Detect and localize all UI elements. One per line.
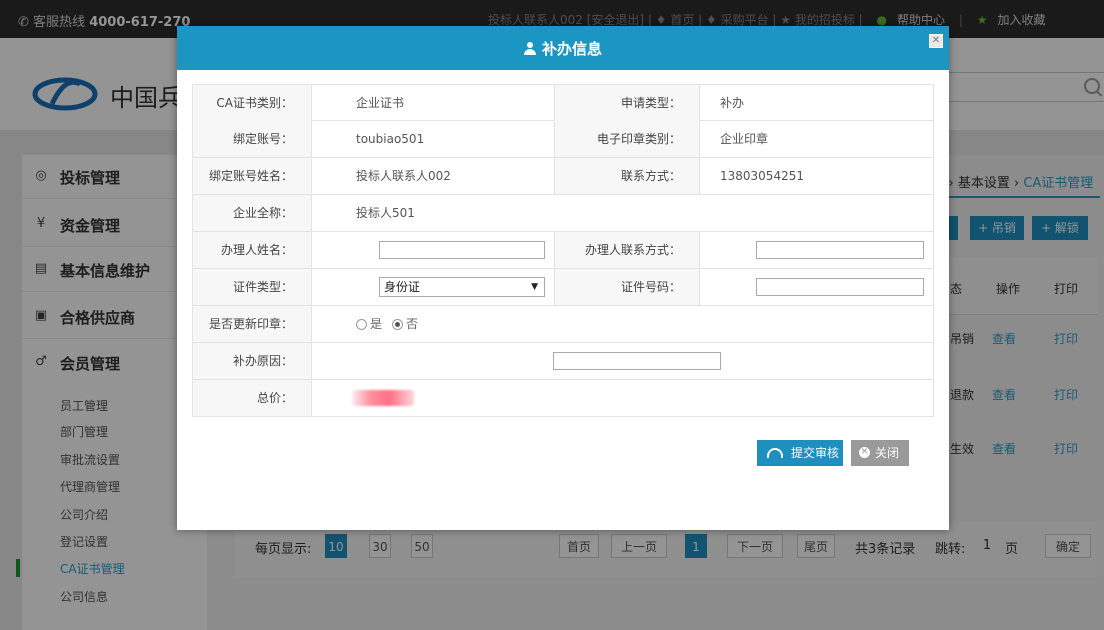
account-value: toubiao501 [356,132,425,146]
form-row: 绑定账号： toubiao501 电子印章类别： 企业印章 [192,121,934,158]
apply-type-value: 补办 [720,96,745,110]
contact-value: 13803054251 [720,169,804,183]
close-button[interactable]: ✕ 关闭 [851,440,909,466]
renew-yes-radio[interactable] [356,319,367,330]
handler-name-input[interactable] [379,241,545,259]
form-row: 绑定账号姓名： 投标人联系人002 联系方式： 13803054251 [192,158,934,195]
renew-no-label[interactable]: 否 [406,306,418,342]
seal-type-value: 企业印章 [720,132,769,146]
dialog-header: 补办信息 ✕ [177,26,949,70]
handler-contact-input[interactable] [756,241,924,259]
id-type-select[interactable]: 身份证 ▼ [379,277,545,297]
user-icon [523,42,536,55]
form-row: 补办原因： [192,343,934,380]
company-value: 投标人501 [356,206,415,220]
cloud-upload-icon [767,448,783,458]
renew-no-radio[interactable] [392,319,403,330]
form-row: 证件类型： 身份证 ▼ 证件号码： [192,269,934,306]
renew-yes-label[interactable]: 是 [370,306,382,342]
reason-input[interactable] [553,352,721,370]
total-price-redacted [352,390,414,406]
form-row: 是否更新印章： 是 否 [192,306,934,343]
submit-review-button[interactable]: 提交审核 [757,440,843,466]
form-row: CA证书类别： 企业证书 申请类型： 补办 [192,84,934,121]
form-row: 办理人姓名： 办理人联系方式： [192,232,934,269]
form-row: 总价： [192,380,934,417]
ca-type-value: 企业证书 [356,96,405,110]
account-name-value: 投标人联系人002 [356,169,451,183]
close-circle-icon: ✕ [859,447,870,458]
reissue-dialog: 补办信息 ✕ CA证书类别： 企业证书 申请类型： 补办 绑定账号： toubi… [177,26,949,530]
close-icon[interactable]: ✕ [929,34,943,48]
dialog-title: 补办信息 [177,38,949,59]
id-number-input[interactable] [756,278,924,296]
form-row: 企业全称： 投标人501 [192,195,934,232]
chevron-down-icon: ▼ [531,282,538,292]
